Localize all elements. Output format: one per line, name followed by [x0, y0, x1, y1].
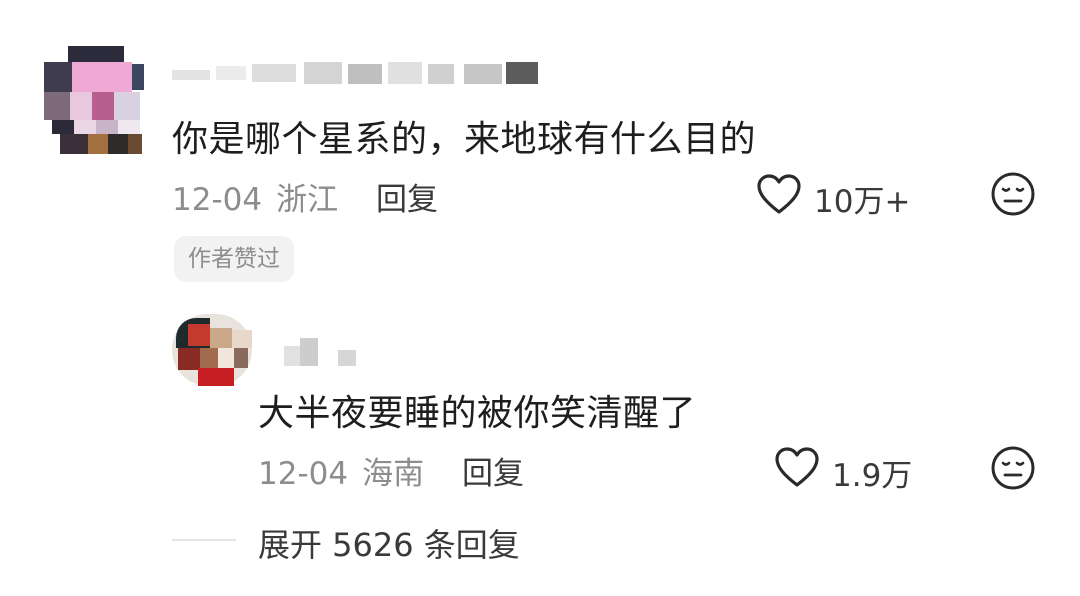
dislike-face-icon[interactable] — [990, 171, 1036, 217]
reply-text: 大半夜要睡的被你笑清醒了 — [258, 393, 697, 434]
reply-avatar[interactable] — [172, 314, 252, 386]
comment-location: 浙江 — [276, 182, 339, 218]
comment-date: 12-04 — [172, 182, 263, 218]
reply-reply-button[interactable]: 回复 — [462, 448, 524, 493]
reply-like-heart-icon[interactable] — [774, 446, 820, 488]
username-redacted[interactable] — [172, 62, 542, 86]
reply-button[interactable]: 回复 — [376, 174, 438, 219]
reply-like-count: 1.9万 — [832, 458, 913, 494]
author-liked-badge: 作者赞过 — [174, 236, 294, 282]
avatar[interactable] — [44, 46, 144, 154]
like-count: 10万+ — [814, 184, 911, 220]
reply-date: 12-04 — [258, 456, 349, 492]
expand-replies-button[interactable]: 展开 5626 条回复 — [258, 520, 520, 566]
comment-meta: 12-04 浙江 — [172, 174, 338, 219]
reply-location: 海南 — [362, 456, 425, 492]
comment-text: 你是哪个星系的，来地球有什么目的 — [172, 119, 757, 160]
divider — [172, 539, 236, 541]
like-heart-icon[interactable] — [756, 173, 802, 215]
reply-meta: 12-04 海南 — [258, 448, 424, 493]
reply-username-redacted[interactable] — [284, 334, 364, 370]
reply-dislike-face-icon[interactable] — [990, 445, 1036, 491]
